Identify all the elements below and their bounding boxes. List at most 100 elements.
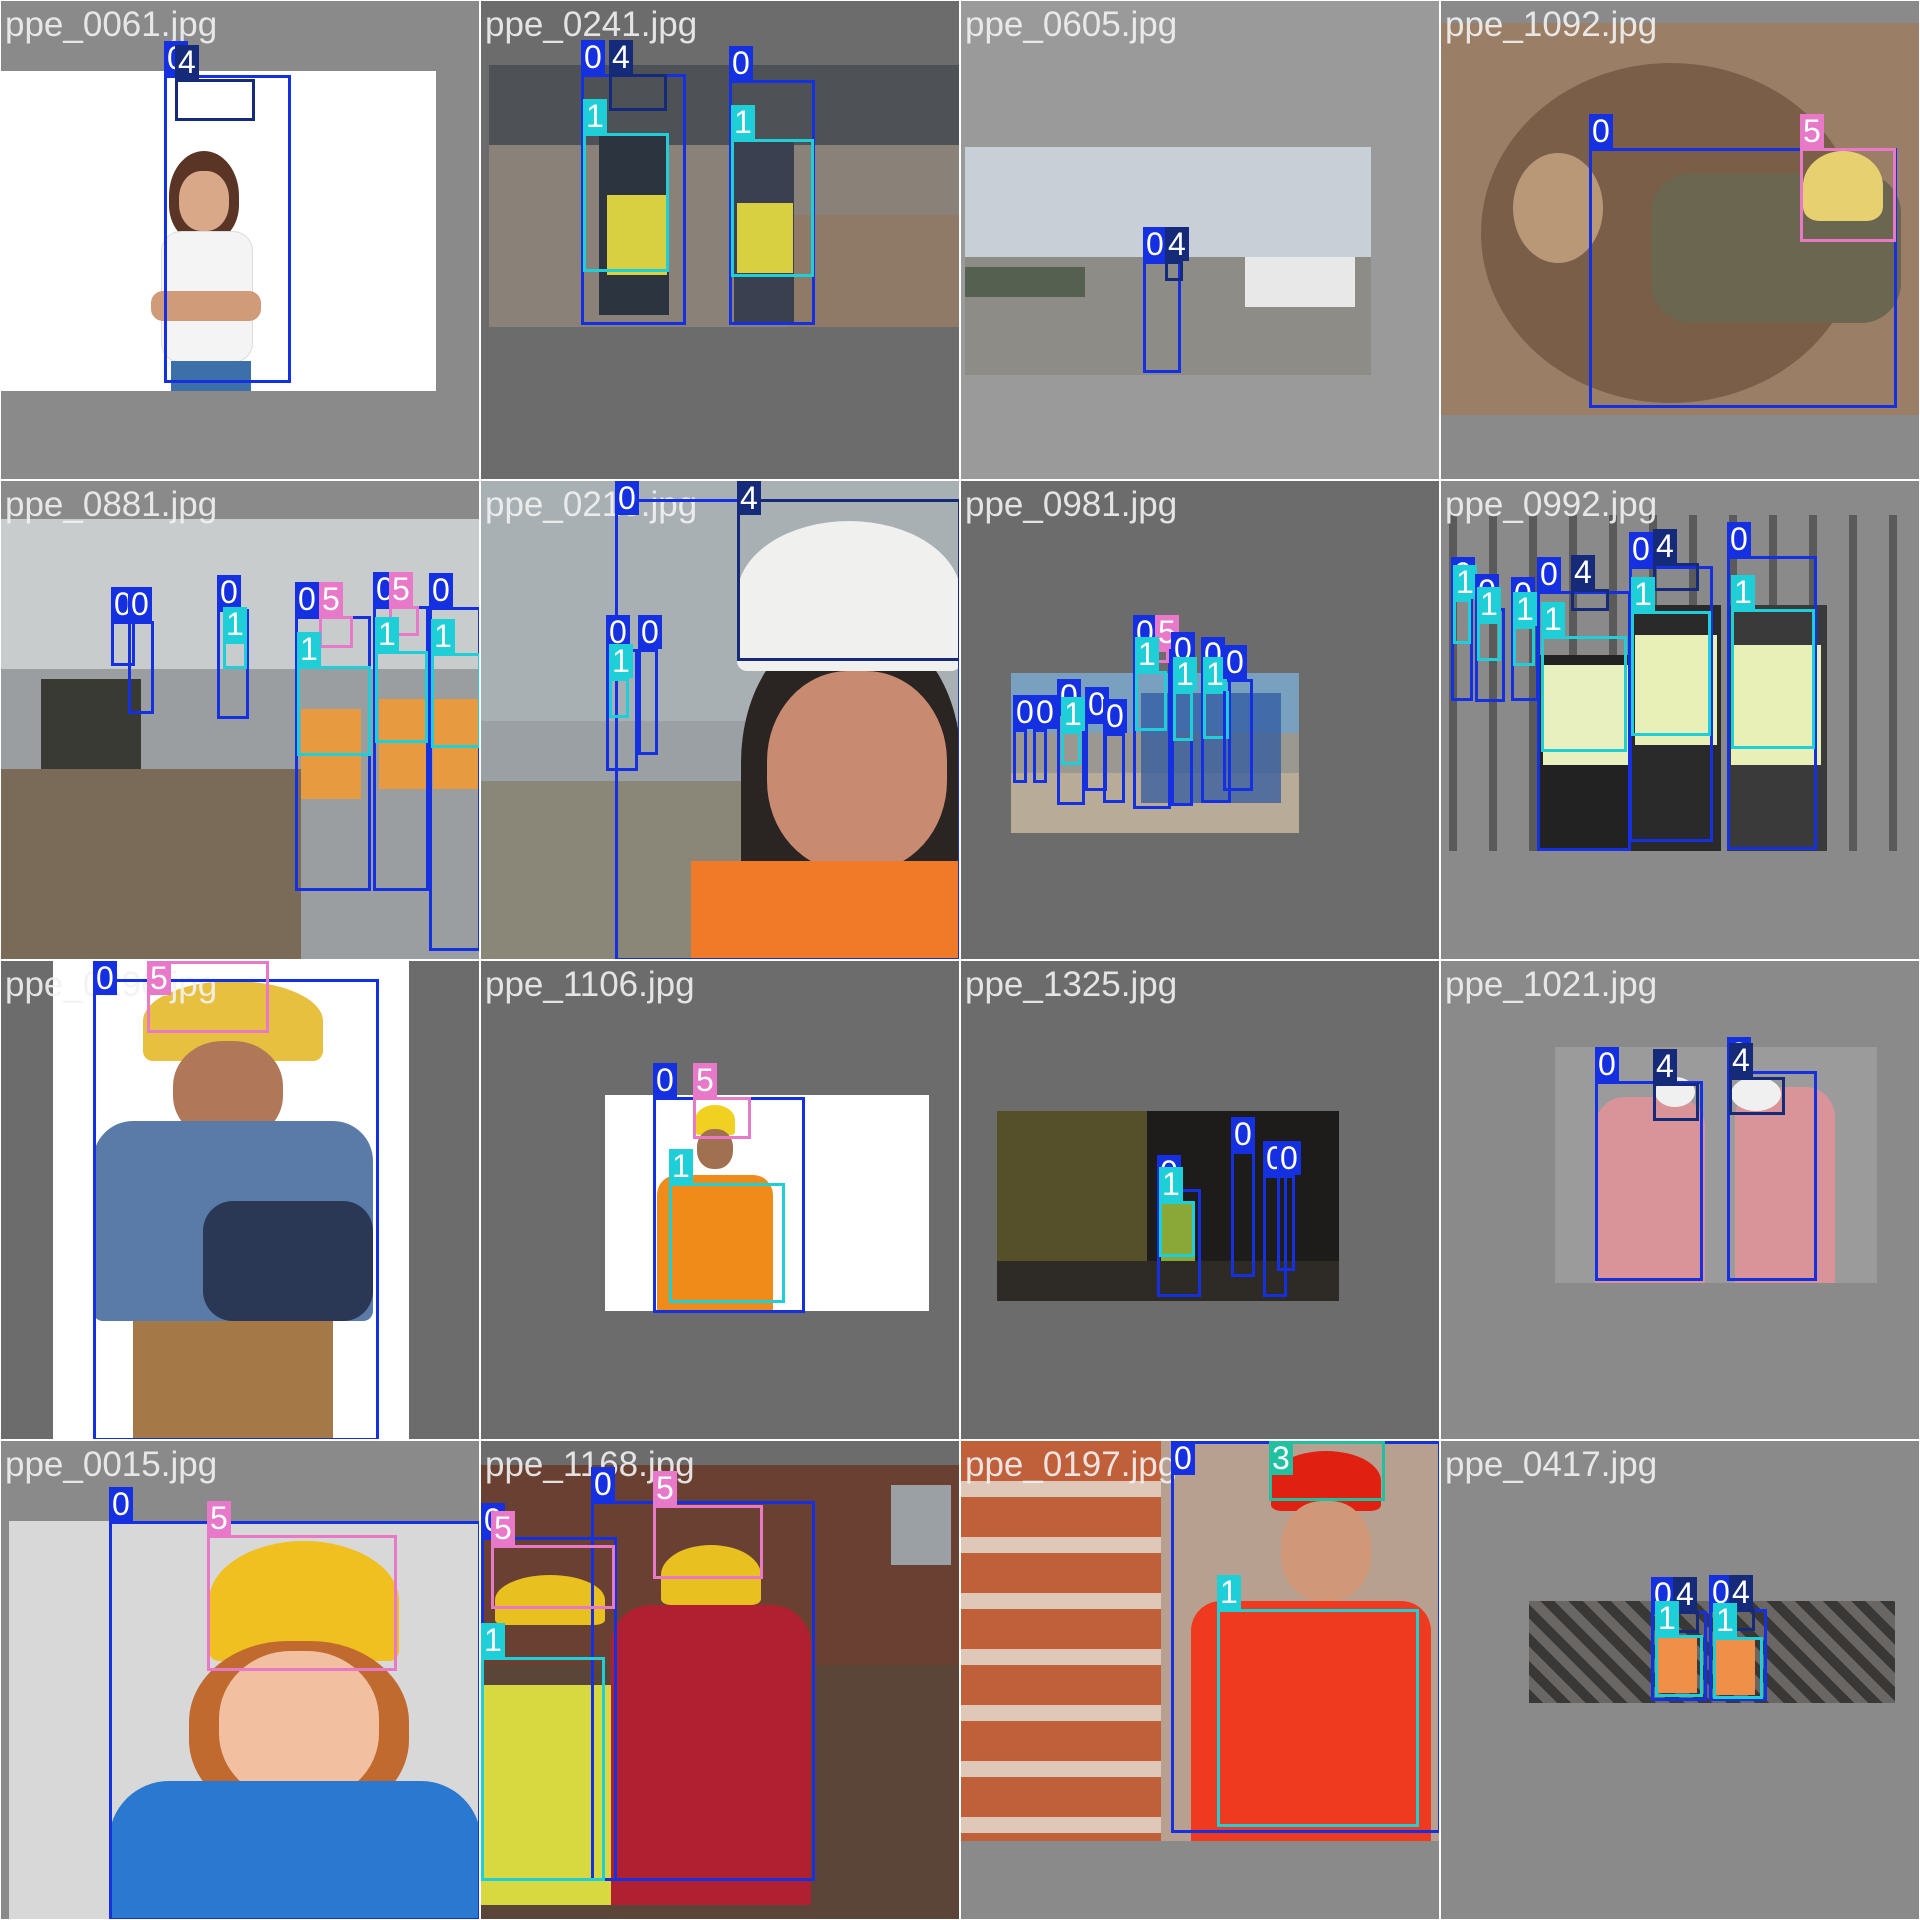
tile-filename: ppe_0881.jpg — [5, 485, 218, 524]
bbox-label: 1 — [1631, 577, 1655, 611]
bbox-class-0 — [164, 75, 291, 383]
bbox-label: 0 — [128, 587, 152, 621]
mosaic-tile: ppe_1168.jpg05051 — [480, 1440, 960, 1920]
bbox-class-1 — [1173, 691, 1193, 741]
bbox-class-1 — [431, 653, 479, 748]
bbox-class-1 — [583, 133, 669, 272]
bbox-label: 5 — [319, 582, 343, 616]
mosaic-tile: ppe_0290.jpg05 — [0, 960, 480, 1440]
bbox-class-4 — [609, 74, 667, 111]
bbox-class-4 — [1571, 589, 1609, 611]
bbox-class-1 — [1159, 1201, 1195, 1257]
bbox-label: 4 — [1729, 1043, 1753, 1077]
bbox-label: 1 — [223, 607, 247, 641]
bbox-label: 0 — [295, 582, 319, 616]
bbox-class-5 — [1800, 148, 1896, 242]
bbox-label: 0 — [1143, 227, 1167, 261]
bbox-label: 0 — [1629, 532, 1653, 566]
bbox-class-1 — [297, 666, 371, 756]
bbox-label: 0 — [109, 1487, 133, 1521]
bbox-label: 0 — [429, 573, 453, 607]
bbox-class-5 — [207, 1535, 397, 1671]
bbox-class-0 — [638, 649, 658, 755]
bbox-class-1 — [223, 641, 247, 669]
bbox-class-1 — [731, 139, 814, 277]
bbox-label: 5 — [147, 961, 171, 995]
tile-filename: ppe_0992.jpg — [1445, 485, 1658, 524]
bbox-label: 4 — [1653, 1049, 1677, 1083]
tile-filename: ppe_1325.jpg — [965, 965, 1178, 1004]
bbox-label: 1 — [1217, 1575, 1241, 1609]
bbox-class-0 — [128, 621, 154, 714]
scene-shape — [965, 267, 1085, 297]
bbox-label: 0 — [653, 1063, 677, 1097]
bbox-label: 1 — [1513, 592, 1537, 626]
bbox-class-0 — [1223, 679, 1253, 791]
bbox-class-4 — [1165, 261, 1183, 281]
bbox-label: 0 — [1277, 1141, 1301, 1175]
bbox-label: 1 — [1541, 602, 1565, 636]
mosaic-tile: ppe_1325.jpg01000 — [960, 960, 1440, 1440]
bbox-class-1 — [609, 678, 629, 718]
mosaic-tile: ppe_0992.jpg01010104104101 — [1440, 480, 1920, 960]
bbox-label: 1 — [1713, 1603, 1737, 1637]
mosaic-tile: ppe_0061.jpg04 — [0, 0, 480, 480]
bbox-class-0 — [93, 979, 379, 1439]
bbox-label: 1 — [1731, 575, 1755, 609]
bbox-class-1 — [1631, 611, 1711, 736]
bbox-class-4 — [175, 79, 255, 121]
bbox-class-1 — [1541, 636, 1627, 752]
mosaic-tile: ppe_0241.jpg 0 4 1 0 1 — [480, 0, 960, 480]
bbox-label: 1 — [1173, 657, 1197, 691]
tile-filename: ppe_1092.jpg — [1445, 5, 1658, 44]
mosaic-tile: ppe_0981.jpg 0 0 0 1 0 0 0 5 1 0 1 0 1 0 — [960, 480, 1440, 960]
bbox-label: 0 — [1727, 522, 1751, 556]
bbox-class-0 — [1033, 729, 1047, 783]
tile-photo — [489, 65, 959, 327]
bbox-label: 1 — [431, 619, 455, 653]
tile-filename: ppe_0197.jpg — [965, 1445, 1178, 1484]
bbox-label: 4 — [1571, 555, 1595, 589]
bbox-label: 0 — [591, 1467, 615, 1501]
mosaic-tile: ppe_0605.jpg 0 4 — [960, 0, 1440, 480]
bbox-label: 5 — [207, 1501, 231, 1535]
bbox-class-1 — [1217, 1609, 1419, 1827]
tile-filename: ppe_0605.jpg — [965, 5, 1178, 44]
bbox-class-5 — [693, 1097, 751, 1139]
bbox-class-1 — [1655, 1635, 1703, 1697]
scene-shape — [489, 65, 959, 145]
bbox-label: 4 — [175, 45, 199, 79]
bbox-class-1 — [1061, 731, 1081, 765]
bbox-label: 1 — [1453, 565, 1477, 599]
detection-mosaic: ppe_0061.jpg04ppe_0241.jpg04101ppe_0605.… — [0, 0, 1920, 1920]
bbox-label: 0 — [1103, 699, 1127, 733]
bbox-class-0 — [1013, 729, 1027, 783]
bbox-class-5 — [319, 616, 353, 648]
bbox-class-4 — [737, 499, 959, 661]
bbox-class-0 — [1277, 1175, 1295, 1271]
bbox-class-4 — [1653, 1083, 1699, 1121]
mosaic-tile: ppe_0197.jpg 0 3 1 — [960, 1440, 1440, 1920]
bbox-label: 0 — [1171, 1441, 1195, 1475]
bbox-label: 0 — [638, 615, 662, 649]
bbox-label: 5 — [653, 1471, 677, 1505]
scene-shape — [891, 1485, 951, 1565]
bbox-class-1 — [1713, 1637, 1763, 1699]
bbox-class-0 — [1231, 1151, 1255, 1277]
bbox-label: 1 — [481, 1623, 505, 1657]
bbox-label: 0 — [581, 40, 605, 74]
bbox-label: 1 — [1061, 697, 1085, 731]
bbox-class-0 — [1103, 733, 1125, 803]
bbox-class-4 — [1653, 563, 1699, 591]
bbox-label: 1 — [1477, 587, 1501, 621]
bbox-label: 5 — [1800, 114, 1824, 148]
bbox-label: 0 — [615, 481, 639, 515]
mosaic-tile: ppe_1092.jpg 0 5 — [1440, 0, 1920, 480]
bbox-label: 0 — [1589, 114, 1613, 148]
mosaic-tile: ppe_0881.jpg 0 0 0 1 0 5 1 0 5 1 0 1 — [0, 480, 480, 960]
tile-filename: ppe_1021.jpg — [1445, 965, 1658, 1004]
bbox-class-1 — [1453, 599, 1471, 644]
bbox-class-1 — [375, 651, 428, 743]
bbox-label: 1 — [669, 1149, 693, 1183]
bbox-label: 1 — [375, 617, 399, 651]
